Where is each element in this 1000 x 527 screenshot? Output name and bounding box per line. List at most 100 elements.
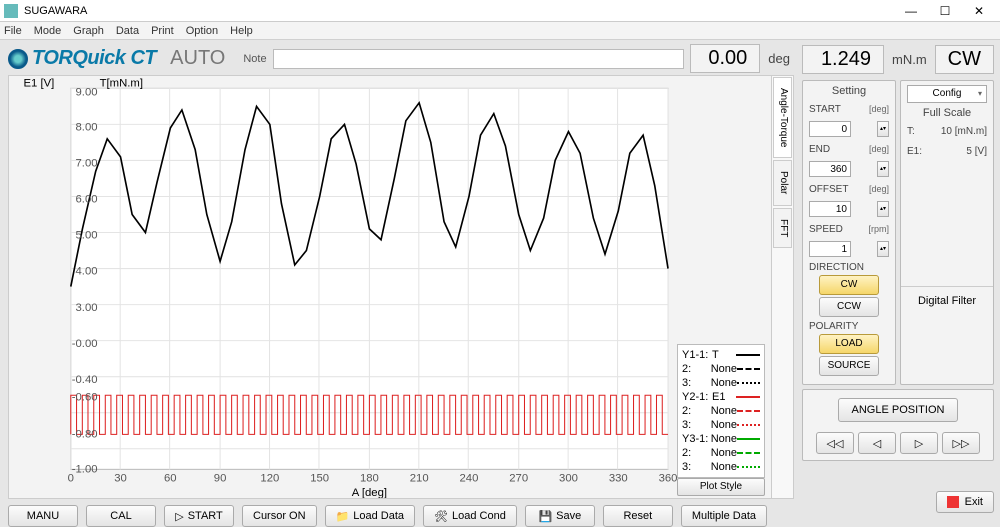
brand-icon: [8, 49, 28, 69]
deg-unit: deg: [764, 51, 794, 66]
nav-prev-button[interactable]: ◁: [858, 432, 896, 454]
torque-unit: mN.m: [888, 52, 931, 67]
svg-text:9.00: 9.00: [76, 87, 98, 99]
svg-text:300: 300: [559, 473, 578, 485]
digital-filter-link[interactable]: Digital Filter: [901, 286, 993, 307]
torque-readout: 1.249: [802, 45, 884, 74]
brand-text: TORQuick CT: [32, 47, 156, 70]
nav-next-button[interactable]: ▷: [900, 432, 938, 454]
folder-icon: 📁: [336, 510, 350, 523]
svg-text:-0.00: -0.00: [72, 338, 98, 350]
tab-polar[interactable]: Polar: [773, 160, 792, 205]
setting-panel: Setting START[deg] ▴▾ END[deg] ▴▾ OFFSET…: [802, 80, 896, 385]
svg-text:8.00: 8.00: [76, 122, 98, 134]
svg-text:E1 [V]: E1 [V]: [23, 77, 54, 89]
svg-text:-1.00: -1.00: [72, 463, 98, 475]
menu-print[interactable]: Print: [151, 25, 174, 37]
tab-angle-torque[interactable]: Angle-Torque: [773, 77, 792, 158]
svg-text:210: 210: [410, 473, 429, 485]
plot-style-button[interactable]: Plot Style: [677, 478, 765, 496]
angle-position-panel: ANGLE POSITION ◁◁ ◁ ▷ ▷▷: [802, 389, 994, 461]
angle-position-button[interactable]: ANGLE POSITION: [838, 398, 958, 422]
svg-text:30: 30: [114, 473, 127, 485]
svg-text:6.00: 6.00: [76, 194, 98, 206]
close-button[interactable]: ✕: [962, 1, 996, 21]
manu-button[interactable]: MANU: [8, 505, 78, 527]
ccw-button[interactable]: CCW: [819, 297, 879, 317]
svg-text:5.00: 5.00: [76, 230, 98, 242]
svg-text:60: 60: [164, 473, 177, 485]
svg-text:180: 180: [360, 473, 379, 485]
deg-readout: 0.00: [690, 44, 760, 73]
source-button[interactable]: SOURCE: [819, 356, 879, 376]
legend-box: Y1-1:T2:None3:NoneY2-1:E12:None3:NoneY3-…: [677, 344, 765, 478]
bottom-toolbar: MANU CAL ▷START Cursor ON 📁Load Data 🛠Lo…: [8, 505, 794, 527]
cursor-on-button[interactable]: Cursor ON: [242, 505, 317, 527]
cal-button[interactable]: CAL: [86, 505, 156, 527]
maximize-button[interactable]: ☐: [928, 1, 962, 21]
brand: TORQuick CT: [8, 47, 156, 70]
reset-button[interactable]: Reset: [603, 505, 673, 527]
offset-input[interactable]: [809, 201, 851, 217]
menu-option[interactable]: Option: [186, 25, 218, 37]
start-spin[interactable]: ▴▾: [877, 121, 889, 137]
play-icon: ▷: [175, 510, 183, 523]
window-title: SUGAWARA: [24, 5, 894, 17]
start-button[interactable]: ▷START: [164, 505, 234, 527]
exit-button[interactable]: Exit: [936, 491, 994, 513]
chart-svg: E1 [V] T[mN.m] 9.00 8.00 7.00 6.00 5.00 4.00 3…: [9, 76, 771, 498]
svg-text:150: 150: [310, 473, 329, 485]
end-input[interactable]: [809, 161, 851, 177]
svg-text:360: 360: [659, 473, 678, 485]
save-button[interactable]: 💾Save: [525, 505, 595, 527]
menu-mode[interactable]: Mode: [34, 25, 62, 37]
cw-button[interactable]: CW: [819, 275, 879, 295]
load-cond-button[interactable]: 🛠Load Cond: [423, 505, 517, 527]
note-label: Note: [243, 53, 266, 65]
nav-first-button[interactable]: ◁◁: [816, 432, 854, 454]
note-input[interactable]: [273, 49, 685, 69]
svg-text:270: 270: [509, 473, 528, 485]
load-button[interactable]: LOAD: [819, 334, 879, 354]
svg-text:120: 120: [260, 473, 279, 485]
svg-text:330: 330: [609, 473, 628, 485]
titlebar: SUGAWARA — ☐ ✕: [0, 0, 1000, 22]
speed-input[interactable]: [809, 241, 851, 257]
menu-data[interactable]: Data: [116, 25, 139, 37]
svg-text:T[mN.m]: T[mN.m]: [100, 77, 143, 89]
svg-text:-0.40: -0.40: [72, 374, 98, 386]
stop-icon: [947, 496, 959, 508]
svg-text:90: 90: [214, 473, 227, 485]
start-input[interactable]: [809, 121, 851, 137]
vertical-tabs: Angle-Torque Polar FFT: [771, 76, 793, 498]
svg-text:4.00: 4.00: [76, 266, 98, 278]
nav-last-button[interactable]: ▷▷: [942, 432, 980, 454]
speed-spin[interactable]: ▴▾: [877, 241, 889, 257]
config-panel: Config Full Scale T:10 [mN.m] E1:5 [V] D…: [900, 80, 994, 385]
svg-text:3.00: 3.00: [76, 302, 98, 314]
chart-area: E1 [V] T[mN.m] 9.00 8.00 7.00 6.00 5.00 4.00 3…: [8, 75, 794, 499]
disk-icon: 💾: [538, 510, 552, 523]
wrench-icon: 🛠: [434, 510, 448, 523]
menubar: File Mode Graph Data Print Option Help: [0, 22, 1000, 40]
menu-help[interactable]: Help: [230, 25, 253, 37]
end-spin[interactable]: ▴▾: [877, 161, 889, 177]
direction-readout: CW: [935, 45, 994, 74]
fullscale-title: Full Scale: [907, 107, 987, 119]
svg-text:0: 0: [68, 473, 74, 485]
menu-file[interactable]: File: [4, 25, 22, 37]
svg-text:240: 240: [460, 473, 479, 485]
config-select[interactable]: Config: [907, 85, 987, 103]
offset-spin[interactable]: ▴▾: [877, 201, 889, 217]
load-data-button[interactable]: 📁Load Data: [325, 505, 415, 527]
minimize-button[interactable]: —: [894, 1, 928, 21]
menu-graph[interactable]: Graph: [73, 25, 104, 37]
mode-label: AUTO: [170, 47, 225, 70]
tab-fft[interactable]: FFT: [773, 208, 792, 248]
svg-text:-0.80: -0.80: [72, 428, 98, 440]
app-icon: [4, 4, 18, 18]
svg-text:7.00: 7.00: [76, 158, 98, 170]
svg-text:A [deg]: A [deg]: [352, 487, 387, 498]
svg-text:-0.60: -0.60: [72, 391, 98, 403]
multiple-data-button[interactable]: Multiple Data: [681, 505, 767, 527]
